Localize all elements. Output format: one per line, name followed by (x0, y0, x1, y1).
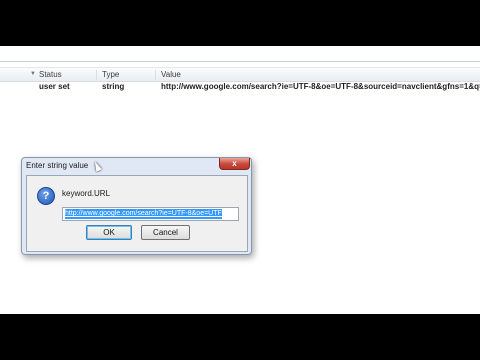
row-status: user set (39, 82, 70, 91)
close-icon: x (232, 159, 237, 168)
column-separator[interactable] (155, 70, 156, 80)
column-separator[interactable] (96, 70, 97, 80)
config-editor-window: ▼ Status Type Value user set string http… (0, 46, 480, 314)
enter-string-dialog: Enter string value x ? keyword.URL http:… (21, 157, 252, 255)
dialog-body: ? keyword.URL http://www.google.com/sear… (26, 175, 248, 252)
sort-arrow-icon[interactable]: ▼ (30, 69, 36, 80)
row-type: string (102, 82, 125, 91)
toolbar-divider (0, 61, 480, 62)
column-header-type[interactable]: Type (102, 69, 119, 80)
close-button[interactable]: x (219, 158, 250, 170)
row-value: http://www.google.com/search?ie=UTF-8&oe… (161, 82, 480, 91)
ok-button[interactable]: OK (86, 225, 132, 240)
selected-input-text[interactable]: http://www.google.com/search?ie=UTF-8&oe… (65, 209, 222, 219)
cancel-button[interactable]: Cancel (141, 225, 190, 240)
column-header-status[interactable]: Status (39, 69, 62, 80)
string-value-input[interactable]: http://www.google.com/search?ie=UTF-8&oe… (62, 207, 239, 221)
dialog-title: Enter string value (26, 161, 89, 170)
column-header-value[interactable]: Value (161, 69, 181, 80)
table-header: ▼ Status Type Value (0, 67, 480, 82)
table-row[interactable]: user set string http://www.google.com/se… (0, 81, 480, 93)
dialog-titlebar[interactable]: Enter string value x (22, 158, 251, 174)
question-icon: ? (37, 187, 55, 205)
preference-name-label: keyword.URL (62, 189, 111, 198)
